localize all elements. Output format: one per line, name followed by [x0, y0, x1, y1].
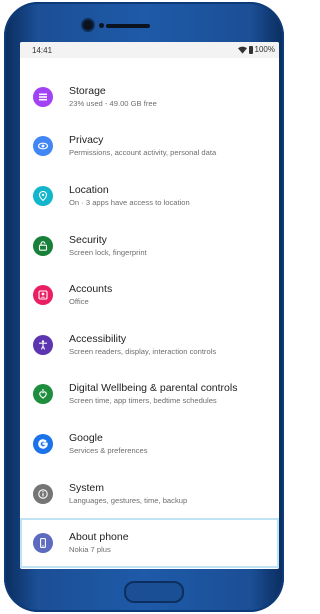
settings-item-subtitle: On · 3 apps have access to location: [69, 197, 190, 207]
settings-item-subtitle: Permissions, account activity, personal …: [69, 148, 217, 158]
settings-item-title: Location: [69, 183, 109, 196]
settings-item-subtitle: Languages, gestures, time, backup: [69, 495, 188, 505]
settings-item-subtitle: Screen readers, display, interaction con…: [69, 346, 217, 356]
settings-item-about-phone[interactable]: About phone Nokia 7 plus: [20, 518, 279, 568]
settings-item-title: Privacy: [69, 134, 104, 147]
settings-item-title: Storage: [69, 84, 106, 97]
settings-item-google[interactable]: Google Services & preferences: [20, 419, 279, 469]
settings-item-location[interactable]: Location On · 3 apps have access to loca…: [20, 171, 279, 221]
phone-device: 14:41 100% Storage 23% used - 49.00 GB f…: [0, 0, 288, 614]
storage-icon: [33, 86, 53, 107]
earpiece-speaker: [106, 24, 150, 28]
settings-item-title: Security: [69, 233, 107, 246]
settings-item-security[interactable]: Security Screen lock, fingerprint: [20, 221, 279, 271]
settings-item-title: Digital Wellbeing & parental controls: [69, 382, 238, 395]
settings-item-title: Google: [69, 431, 103, 444]
privacy-icon: [33, 136, 53, 157]
settings-item-system[interactable]: System Languages, gestures, time, backup: [20, 469, 279, 519]
settings-item-title: Accounts: [69, 283, 113, 296]
settings-item-subtitle: 23% used - 49.00 GB free: [69, 98, 157, 108]
accounts-icon: [33, 285, 53, 306]
battery-icon: [248, 45, 253, 54]
settings-item-accounts[interactable]: Accounts Office: [20, 270, 279, 320]
info-icon: [33, 483, 53, 504]
status-time: 14:41: [32, 46, 53, 55]
proximity-sensor: [99, 23, 104, 28]
settings-item-storage[interactable]: Storage 23% used - 49.00 GB free: [20, 72, 279, 122]
settings-item-title: System: [69, 481, 105, 494]
status-bar: 14:41 100%: [20, 42, 279, 58]
front-camera: [83, 20, 93, 30]
settings-item-title: Accessibility: [69, 332, 127, 345]
accessibility-icon: [33, 334, 53, 355]
status-indicators: 100%: [237, 45, 275, 54]
wifi-icon: [237, 46, 247, 54]
settings-list: Storage 23% used - 49.00 GB free Privacy…: [20, 72, 279, 568]
location-icon: [33, 185, 53, 206]
settings-item-title: About phone: [69, 531, 129, 544]
google-icon: [33, 433, 53, 454]
screen: 14:41 100% Storage 23% used - 49.00 GB f…: [20, 42, 279, 569]
settings-item-subtitle: Screen lock, fingerprint: [69, 247, 147, 257]
settings-item-subtitle: Nokia 7 plus: [69, 545, 111, 555]
phone-icon: [33, 533, 53, 554]
settings-item-digital-wellbeing[interactable]: Digital Wellbeing & parental controls Sc…: [20, 370, 279, 420]
wellbeing-icon: [33, 384, 53, 405]
home-button[interactable]: [124, 581, 184, 603]
settings-item-subtitle: Services & preferences: [69, 445, 148, 455]
lock-icon: [33, 235, 53, 256]
settings-item-accessibility[interactable]: Accessibility Screen readers, display, i…: [20, 320, 279, 370]
settings-item-subtitle: Office: [69, 297, 89, 307]
settings-item-privacy[interactable]: Privacy Permissions, account activity, p…: [20, 122, 279, 172]
battery-level: 100%: [254, 45, 275, 54]
settings-item-subtitle: Screen time, app timers, bedtime schedul…: [69, 396, 217, 406]
